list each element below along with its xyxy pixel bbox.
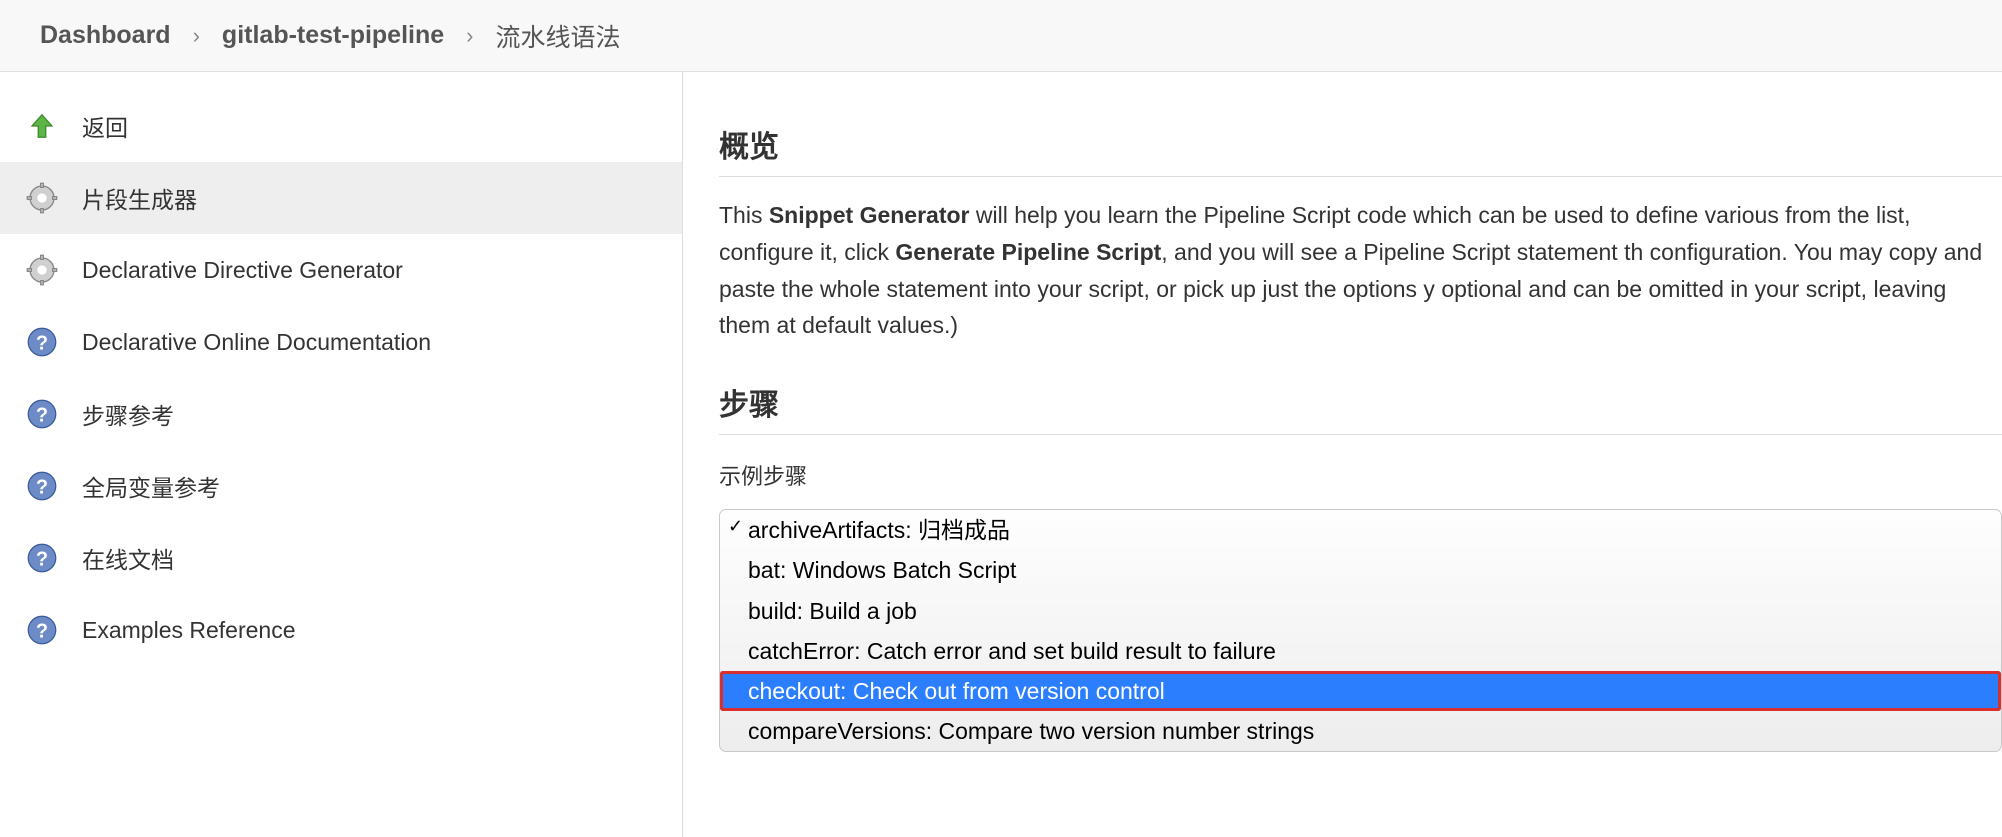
help-icon: ? — [24, 468, 60, 504]
overview-bold2: Generate Pipeline Script — [895, 239, 1161, 265]
help-icon: ? — [24, 612, 60, 648]
steps-title: 步骤 — [719, 380, 2002, 435]
dropdown-option-bat[interactable]: bat: Windows Batch Script — [720, 550, 2001, 590]
help-icon: ? — [24, 540, 60, 576]
help-icon: ? — [24, 324, 60, 360]
up-arrow-icon — [24, 108, 60, 144]
breadcrumb-project[interactable]: gitlab-test-pipeline — [222, 21, 444, 50]
sidebar-item-global-var-reference[interactable]: ? 全局变量参考 — [0, 450, 682, 522]
svg-text:?: ? — [36, 549, 48, 571]
svg-text:?: ? — [36, 621, 48, 643]
sidebar-item-back[interactable]: 返回 — [0, 90, 682, 162]
overview-prefix: This — [719, 202, 769, 228]
overview-text: This Snippet Generator will help you lea… — [719, 197, 2002, 344]
breadcrumb-current[interactable]: 流水线语法 — [495, 18, 620, 54]
sidebar: 返回 片段生成器 Declarative Directive Generator… — [0, 72, 683, 837]
help-icon: ? — [24, 396, 60, 432]
sidebar-item-online-doc[interactable]: ? 在线文档 — [0, 522, 682, 594]
gear-icon — [24, 252, 60, 288]
sidebar-item-label: 返回 — [82, 109, 128, 143]
breadcrumb: Dashboard › gitlab-test-pipeline › 流水线语法 — [0, 0, 2002, 72]
sidebar-item-snippet-generator[interactable]: 片段生成器 — [0, 162, 682, 234]
svg-text:?: ? — [36, 477, 48, 499]
content: 概览 This Snippet Generator will help you … — [683, 72, 2002, 837]
dropdown-option-build[interactable]: build: Build a job — [720, 591, 2001, 631]
main: 返回 片段生成器 Declarative Directive Generator… — [0, 72, 2002, 837]
overview-bold1: Snippet Generator — [769, 202, 970, 228]
sidebar-item-label: 片段生成器 — [82, 181, 197, 215]
chevron-right-icon: › — [466, 23, 473, 49]
chevron-right-icon: › — [193, 23, 200, 49]
sidebar-item-examples-reference[interactable]: ? Examples Reference — [0, 594, 682, 666]
sample-step-label: 示例步骤 — [719, 459, 2002, 491]
sidebar-item-label: 全局变量参考 — [82, 469, 220, 503]
gear-icon — [24, 180, 60, 216]
sidebar-item-declarative-online-doc[interactable]: ? Declarative Online Documentation — [0, 306, 682, 378]
breadcrumb-dashboard[interactable]: Dashboard — [40, 21, 171, 50]
sidebar-item-label: Declarative Online Documentation — [82, 329, 431, 356]
sidebar-item-label: 在线文档 — [82, 541, 174, 575]
overview-title: 概览 — [719, 122, 2002, 177]
sidebar-item-label: Examples Reference — [82, 617, 296, 644]
sidebar-item-step-reference[interactable]: ? 步骤参考 — [0, 378, 682, 450]
dropdown-option-compareversions[interactable]: compareVersions: Compare two version num… — [720, 711, 2001, 751]
dropdown-option-checkout[interactable]: checkout: Check out from version control — [720, 671, 2001, 711]
sample-step-dropdown[interactable]: archiveArtifacts: 归档成品 bat: Windows Batc… — [719, 509, 2002, 752]
sidebar-item-label: 步骤参考 — [82, 397, 174, 431]
svg-text:?: ? — [36, 333, 48, 355]
dropdown-option-archiveartifacts[interactable]: archiveArtifacts: 归档成品 — [720, 510, 2001, 550]
dropdown-option-catcherror[interactable]: catchError: Catch error and set build re… — [720, 631, 2001, 671]
sidebar-item-label: Declarative Directive Generator — [82, 257, 403, 284]
sidebar-item-declarative-directive-generator[interactable]: Declarative Directive Generator — [0, 234, 682, 306]
svg-text:?: ? — [36, 405, 48, 427]
